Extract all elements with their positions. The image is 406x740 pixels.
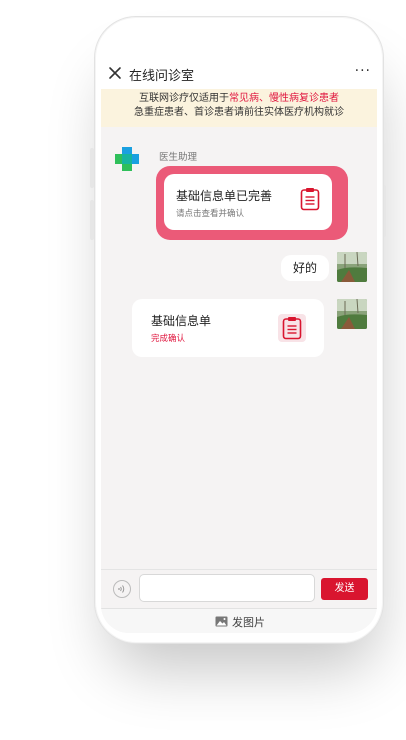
info-form-card-confirmed[interactable]: 基础信息单 完成确认 bbox=[132, 299, 324, 357]
form-clipboard-icon bbox=[282, 317, 302, 340]
chat-screen: 在线问诊室 ··· 互联网诊疗仅适用于常见病、慢性病复诊患者 急重症患者、首诊患… bbox=[101, 59, 377, 633]
send-button[interactable]: 发送 bbox=[321, 578, 368, 600]
avatar-photo bbox=[337, 252, 367, 282]
doctor-cross-icon[interactable] bbox=[113, 145, 141, 173]
avatar[interactable] bbox=[337, 299, 367, 329]
voice-waves-glyph bbox=[118, 585, 125, 593]
status-badge: 完成确认 bbox=[151, 334, 186, 344]
info-form-card-title: 基础信息单已完善 bbox=[176, 189, 273, 203]
page-title: 在线问诊室 bbox=[129, 69, 195, 84]
close-icon[interactable] bbox=[108, 66, 122, 80]
notice-banner: 互联网诊疗仅适用于常见病、慢性病复诊患者 急重症患者、首诊患者请前往实体医疗机构… bbox=[101, 89, 377, 127]
more-icon[interactable]: ··· bbox=[355, 63, 371, 79]
message-input[interactable] bbox=[139, 574, 315, 602]
notice-line-2: 急重症患者、首诊患者请前往实体医疗机构就诊 bbox=[134, 107, 344, 118]
notice-line-1: 互联网诊疗仅适用于常见病、慢性病复诊患者 bbox=[101, 92, 377, 106]
info-form-card-body[interactable]: 基础信息单已完善 请点击查看并确认 bbox=[164, 174, 332, 230]
top-nav-bar: 在线问诊室 ··· bbox=[101, 59, 377, 89]
user-reply-bubble: 好的 bbox=[281, 255, 329, 281]
voice-icon[interactable] bbox=[113, 580, 131, 598]
send-photo-label: 发图片 bbox=[232, 616, 265, 629]
image-icon bbox=[215, 616, 228, 627]
form-clipboard-icon bbox=[300, 188, 320, 211]
notice-prefix: 互联网诊疗仅适用于 bbox=[139, 93, 229, 104]
info-form-card[interactable]: 基础信息单已完善 请点击查看并确认 bbox=[156, 166, 348, 240]
avatar[interactable] bbox=[337, 252, 367, 282]
notice-highlight: 常见病、慢性病复诊患者 bbox=[229, 93, 339, 104]
avatar-photo bbox=[337, 299, 367, 329]
send-photo-bar[interactable]: 发图片 bbox=[101, 608, 377, 633]
form-icon-wrapper bbox=[278, 314, 306, 342]
chat-input-bar: 发送 bbox=[101, 569, 377, 608]
phone-frame: 在线问诊室 ··· 互联网诊疗仅适用于常见病、慢性病复诊患者 急重症患者、首诊患… bbox=[94, 16, 384, 644]
info-form-card-subtitle: 请点击查看并确认 bbox=[176, 209, 245, 219]
doctor-name: 医生助理 bbox=[159, 152, 198, 163]
info-form-card-confirmed-title: 基础信息单 bbox=[151, 314, 212, 328]
